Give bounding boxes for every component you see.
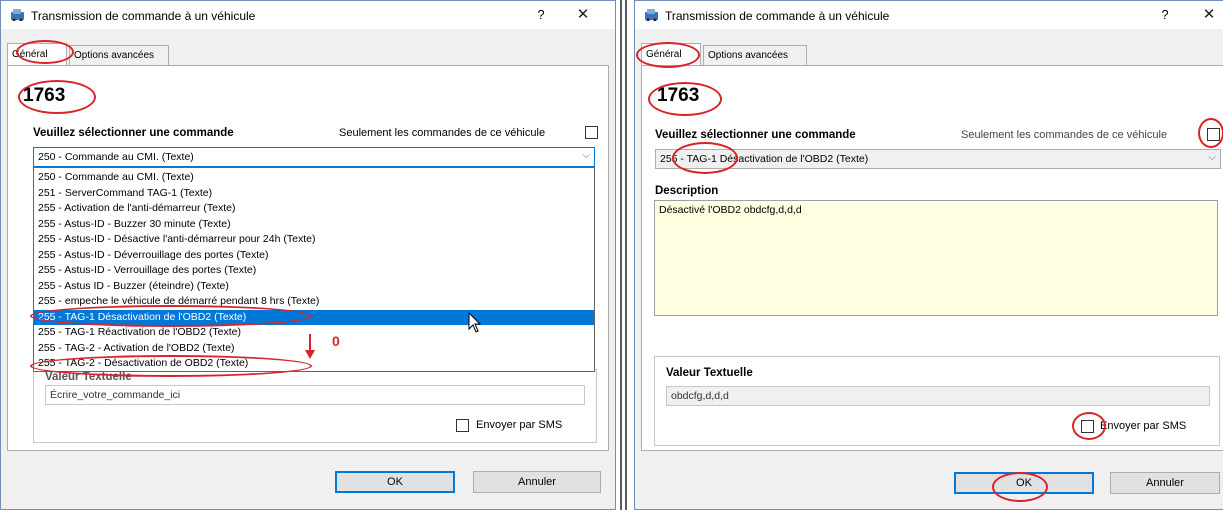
dropdown-option[interactable]: 255 - Astus ID - Buzzer (éteindre) (Text… (34, 279, 594, 294)
description-label: Description (655, 185, 719, 197)
mouse-cursor-icon (468, 312, 482, 333)
window-title: Transmission de commande à un véhicule (31, 9, 256, 23)
command-select-value: 255 - TAG-1 Désactivation de l'OBD2 (Tex… (660, 153, 869, 165)
app-icon (645, 9, 658, 21)
dropdown-option[interactable]: 255 - Astus-ID - Verrouillage des portes… (34, 263, 594, 278)
dialog-window-left: Transmission de commande à un véhicule ?… (0, 0, 616, 510)
close-button[interactable]: ✕ (1197, 5, 1221, 25)
command-select[interactable]: 255 - TAG-1 Désactivation de l'OBD2 (Tex… (655, 149, 1221, 169)
tab-options-avancees[interactable]: Options avancées (703, 45, 807, 65)
description-textarea[interactable]: Désactivé l'OBD2 obdcfg,d,d,d (654, 200, 1218, 316)
vehicle-id: 1763 (657, 85, 700, 106)
arrow-down-icon (305, 334, 315, 359)
sms-checkbox[interactable] (1081, 420, 1094, 433)
valeur-textuelle-label: Valeur Textuelle (45, 371, 132, 383)
window-title: Transmission de commande à un véhicule (665, 9, 890, 23)
title-bar: Transmission de commande à un véhicule ?… (1, 1, 615, 29)
cancel-button[interactable]: Annuler (473, 471, 601, 493)
command-select-value: 250 - Commande au CMI. (Texte) (38, 151, 194, 163)
valeur-textuelle-label: Valeur Textuelle (666, 367, 753, 379)
dropdown-option[interactable]: 255 - empeche le véhicule de démarré pen… (34, 294, 594, 309)
sms-label: Envoyer par SMS (1100, 420, 1187, 432)
sms-checkbox[interactable] (456, 419, 469, 432)
command-select[interactable]: 250 - Commande au CMI. (Texte) ⌵ (33, 147, 595, 167)
textual-value-input[interactable]: Écrire_votre_commande_ici (45, 385, 585, 405)
ok-button[interactable]: OK (335, 471, 455, 493)
help-button[interactable]: ? (1153, 5, 1177, 25)
dropdown-option[interactable]: 251 - ServerCommand TAG-1 (Texte) (34, 186, 594, 201)
title-bar: Transmission de commande à un véhicule ?… (635, 1, 1223, 29)
app-icon (11, 9, 24, 21)
dropdown-option[interactable]: 255 - Astus-ID - Déverrouillage des port… (34, 248, 594, 263)
dropdown-option[interactable]: 255 - Activation de l'anti-démarreur (Te… (34, 201, 594, 216)
dropdown-option[interactable]: 255 - Astus-ID - Buzzer 30 minute (Texte… (34, 217, 594, 232)
tab-options-avancees[interactable]: Options avancées (69, 45, 169, 65)
chevron-down-icon: ⌵ (582, 150, 590, 161)
chevron-down-icon: ⌵ (1208, 152, 1216, 163)
only-vehicle-checkbox[interactable] (585, 126, 598, 139)
tab-general[interactable]: Général (7, 43, 67, 65)
only-vehicle-label: Seulement les commandes de ce véhicule (339, 127, 546, 139)
dropdown-option[interactable]: 255 - TAG-1 Désactivation de l'OBD2 (Tex… (34, 309, 594, 325)
close-button[interactable]: ✕ (571, 5, 595, 25)
textual-value-input[interactable]: obdcfg,d,d,d (666, 386, 1210, 406)
only-vehicle-checkbox[interactable] (1207, 128, 1220, 141)
cancel-button[interactable]: Annuler (1110, 472, 1220, 494)
ok-button[interactable]: OK (954, 472, 1094, 494)
only-vehicle-label: Seulement les commandes de ce véhicule (961, 129, 1168, 141)
tab-general[interactable]: Général (641, 43, 701, 65)
separator (620, 0, 622, 510)
sms-label: Envoyer par SMS (476, 419, 563, 431)
command-label: Veuillez sélectionner une commande (655, 129, 856, 141)
help-button[interactable]: ? (529, 5, 553, 25)
command-label: Veuillez sélectionner une commande (33, 127, 234, 139)
dropdown-option[interactable]: 250 - Commande au CMI. (Texte) (34, 170, 594, 185)
separator (625, 0, 627, 510)
vehicle-id: 1763 (23, 85, 66, 106)
dropdown-option[interactable]: 255 - Astus-ID - Désactive l'anti-démarr… (34, 232, 594, 247)
annotation-label: 0 (332, 333, 340, 349)
